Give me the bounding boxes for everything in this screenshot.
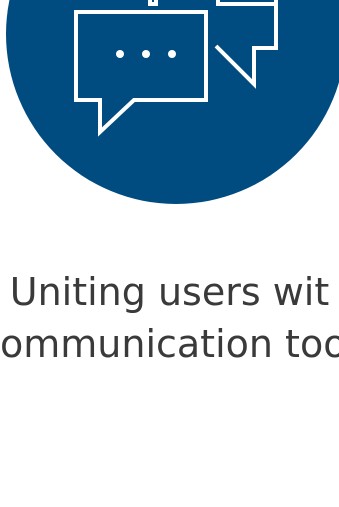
page: Uniting users wit ommunication too xyxy=(0,0,339,507)
caption: Uniting users wit ommunication too xyxy=(0,266,339,370)
dot-icon xyxy=(168,50,176,58)
chat-bubbles-icon xyxy=(74,0,278,137)
caption-line-1: Uniting users wit xyxy=(9,270,330,314)
dot-icon xyxy=(142,50,150,58)
dot-icon xyxy=(116,50,124,58)
back-bubble-outline-icon xyxy=(214,0,278,89)
caption-line-2: ommunication too xyxy=(0,322,339,366)
back-bubble-icon xyxy=(148,0,278,6)
front-bubble-outline-icon xyxy=(74,10,208,137)
hero-circle xyxy=(6,0,339,204)
